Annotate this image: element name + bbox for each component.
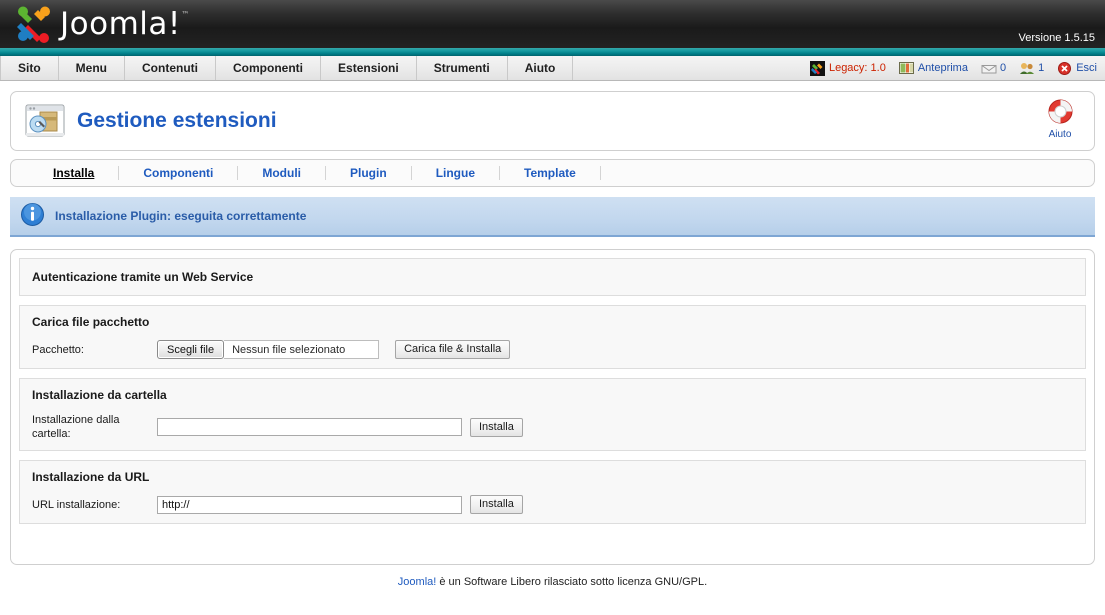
users-status[interactable]: 1 <box>1019 61 1044 76</box>
preview-icon <box>898 61 914 76</box>
footer-joomla-link[interactable]: Joomla! <box>398 576 437 588</box>
tab-moduli[interactable]: Moduli <box>238 166 327 180</box>
message-text: Installazione Plugin: eseguita correttam… <box>55 209 307 223</box>
logout-link[interactable]: Esci <box>1057 61 1097 76</box>
teal-divider <box>0 48 1105 56</box>
tab-componenti[interactable]: Componenti <box>119 166 239 180</box>
menu-item-aiuto[interactable]: Aiuto <box>508 56 574 80</box>
menu-item-menu[interactable]: Menu <box>59 56 126 80</box>
joomla-logo: Joomla! ™ <box>14 2 189 46</box>
version-label: Versione 1.5.15 <box>1018 32 1095 44</box>
url-input[interactable] <box>157 495 462 514</box>
users-icon <box>1019 61 1035 76</box>
folder-label: Installazione dalla cartella: <box>32 414 120 440</box>
web-service-legend: Autenticazione tramite un Web Service <box>32 270 254 284</box>
footer: Joomla! è un Software Libero rilasciato … <box>10 565 1095 588</box>
extension-manager-icon <box>23 102 67 140</box>
legacy-label: Legacy: 1.0 <box>828 62 886 74</box>
tab-plugin[interactable]: Plugin <box>326 166 412 180</box>
joomla-small-icon <box>809 60 825 76</box>
menu-item-strumenti[interactable]: Strumenti <box>417 56 508 80</box>
logout-icon <box>1057 61 1072 76</box>
menu-item-contenuti[interactable]: Contenuti <box>125 56 217 80</box>
install-from-url-section: Installazione da URL URL installazione: … <box>19 460 1086 524</box>
folder-install-button[interactable]: Installa <box>470 417 523 437</box>
messages-count: 0 <box>999 62 1007 74</box>
info-icon <box>20 202 45 230</box>
preview-link[interactable]: Anteprima <box>898 61 968 76</box>
folder-row: Installazione dalla cartella: Installa <box>32 413 1073 441</box>
url-legend: Installazione da URL <box>32 470 150 484</box>
folder-legend: Installazione da cartella <box>32 388 167 402</box>
tab-template[interactable]: Template <box>500 166 601 180</box>
package-label: Pacchetto: <box>32 343 84 356</box>
upload-row: Pacchetto: Scegli file Nessun file selez… <box>32 340 1073 359</box>
extension-tabs: Installa Componenti Moduli Plugin Lingue… <box>10 159 1095 187</box>
menu-item-sito[interactable]: Sito <box>0 56 59 80</box>
install-panel: Autenticazione tramite un Web Service Ca… <box>10 249 1095 565</box>
folder-path-input[interactable] <box>157 418 462 436</box>
package-file-input[interactable]: Scegli file Nessun file selezionato <box>157 340 380 359</box>
choose-file-button[interactable]: Scegli file <box>157 340 225 359</box>
page-title: Gestione estensioni <box>77 109 277 132</box>
footer-text: è un Software Libero rilasciato sotto li… <box>436 576 708 588</box>
joomla-logo-icon <box>14 5 56 43</box>
web-service-section: Autenticazione tramite un Web Service <box>19 258 1086 296</box>
messages-status[interactable]: 0 <box>981 61 1006 76</box>
lifering-icon <box>1047 98 1074 128</box>
system-message: Installazione Plugin: eseguita correttam… <box>10 197 1095 237</box>
tab-installa[interactable]: Installa <box>29 166 120 180</box>
url-row: URL installazione: Installa <box>32 495 1073 514</box>
url-label: URL installazione: <box>32 498 121 511</box>
file-status-text: Nessun file selezionato <box>224 340 380 359</box>
title-panel: Gestione estensioni Aiuto <box>10 91 1095 151</box>
legacy-status[interactable]: Legacy: 1.0 <box>809 60 886 76</box>
users-count: 1 <box>1038 62 1045 74</box>
help-button[interactable]: Aiuto <box>1034 96 1086 142</box>
menu-item-componenti[interactable]: Componenti <box>216 56 322 80</box>
upload-package-section: Carica file pacchetto Pacchetto: Scegli … <box>19 305 1086 369</box>
upload-install-button[interactable]: Carica file & Installa <box>395 340 511 359</box>
status-area: Legacy: 1.0 Anteprima 0 1 Esci <box>809 56 1105 80</box>
upload-legend: Carica file pacchetto <box>32 315 150 329</box>
install-from-folder-section: Installazione da cartella Installazione … <box>19 378 1086 451</box>
url-install-button[interactable]: Installa <box>470 495 523 514</box>
main-menu-bar: Sito Menu Contenuti Componenti Estension… <box>0 56 1105 81</box>
page-body: Gestione estensioni Aiuto Installa Compo… <box>0 81 1105 588</box>
joomla-wordmark: Joomla! <box>60 5 181 42</box>
joomla-logo-text: Joomla! ™ <box>60 5 189 42</box>
menu-item-estensioni[interactable]: Estensioni <box>321 56 417 80</box>
trademark-mark: ™ <box>181 9 190 19</box>
envelope-icon <box>981 61 997 76</box>
tab-lingue[interactable]: Lingue <box>412 166 501 180</box>
logout-label: Esci <box>1076 62 1097 74</box>
app-header: Joomla! ™ Versione 1.5.15 <box>0 0 1105 48</box>
help-label: Aiuto <box>1048 129 1072 140</box>
preview-label: Anteprima <box>917 62 968 74</box>
